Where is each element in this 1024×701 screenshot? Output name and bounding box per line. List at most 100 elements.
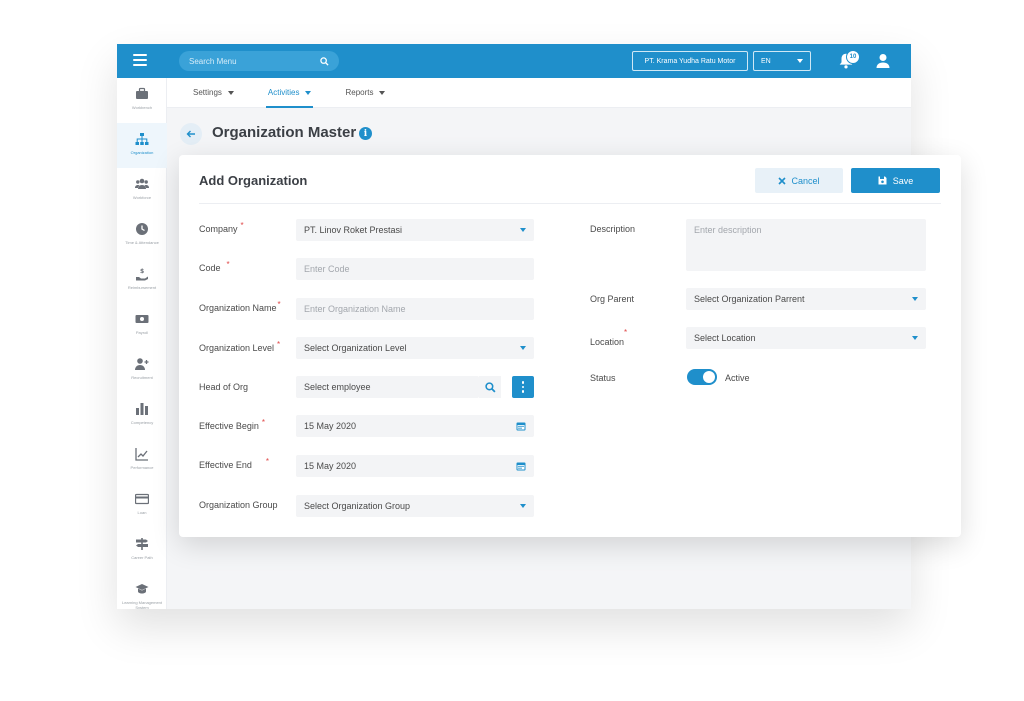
head-of-org-field[interactable]: Select employee	[296, 376, 479, 398]
card-icon	[135, 493, 149, 505]
location-value: Select Location	[694, 333, 756, 343]
org-group-select[interactable]: Select Organization Group	[296, 495, 534, 517]
head-of-org-search-button[interactable]	[479, 376, 501, 398]
org-parent-value: Select Organization Parrent	[694, 294, 805, 304]
required-mark: *	[277, 300, 281, 309]
chevron-down-icon	[379, 90, 386, 95]
tab-settings[interactable]: Settings	[193, 78, 234, 108]
required-mark: *	[226, 260, 230, 269]
company-label: Company *	[199, 221, 244, 234]
sidebar-item-learning-management[interactable]: Learning Management System	[117, 573, 167, 609]
sidebar-item-label: Competency	[130, 420, 154, 425]
money-icon	[135, 315, 149, 323]
hand-dollar-icon: $	[136, 268, 148, 281]
status-value: Active	[725, 373, 750, 383]
tab-reports[interactable]: Reports	[345, 78, 386, 108]
card-title: Add Organization	[199, 173, 308, 188]
chevron-down-icon	[912, 297, 918, 301]
hamburger-menu-icon[interactable]	[133, 54, 147, 66]
org-parent-select[interactable]: Select Organization Parrent	[686, 288, 926, 310]
sidebar-item-career-path[interactable]: Career Path	[117, 528, 167, 573]
close-icon	[778, 176, 787, 185]
more-options-button[interactable]	[512, 376, 534, 398]
chevron-down-icon	[797, 59, 803, 63]
effective-begin-date[interactable]: 15 May 2020	[296, 415, 534, 437]
sidebar: Workbench Organization Workforce Time & …	[117, 78, 167, 609]
sidebar-item-loan[interactable]: Loan	[117, 483, 167, 528]
calendar-icon[interactable]	[516, 461, 526, 471]
graduation-cap-icon	[135, 584, 149, 594]
description-field[interactable]	[686, 219, 926, 271]
org-name-input[interactable]	[304, 304, 526, 314]
cancel-button[interactable]: Cancel	[755, 168, 843, 193]
user-avatar-icon[interactable]	[875, 53, 891, 69]
sidebar-item-label: Workbench	[131, 105, 153, 110]
briefcase-icon	[136, 87, 148, 99]
org-group-value: Select Organization Group	[304, 501, 411, 511]
cancel-label: Cancel	[791, 175, 820, 186]
calendar-icon[interactable]	[516, 421, 526, 431]
org-parent-label: Org Parent	[590, 294, 634, 304]
sub-navigation: Settings Activities Reports	[167, 78, 911, 108]
company-selector[interactable]: PT. Krama Yudha Ratu Motor	[632, 51, 748, 71]
tab-label: Activities	[267, 88, 300, 97]
effective-end-date[interactable]: 15 May 2020	[296, 455, 534, 477]
arrow-left-icon	[186, 130, 195, 138]
org-level-label: Organization Level *	[199, 340, 280, 353]
user-plus-icon	[135, 358, 149, 370]
bar-chart-icon	[136, 403, 148, 415]
sidebar-item-label: Performance	[130, 465, 154, 470]
sidebar-item-organization[interactable]: Organization	[117, 123, 167, 168]
code-field[interactable]	[296, 258, 534, 280]
search-icon	[484, 381, 496, 393]
sidebar-item-workbench[interactable]: Workbench	[117, 78, 167, 123]
effective-end-value: 15 May 2020	[304, 461, 357, 471]
divider	[199, 203, 941, 204]
sidebar-item-performance[interactable]: Performance	[117, 438, 167, 483]
org-level-select[interactable]: Select Organization Level	[296, 337, 534, 359]
code-label-text: Code	[199, 263, 221, 273]
org-group-label: Organization Group	[199, 500, 278, 510]
required-mark: *	[265, 457, 269, 466]
org-name-field[interactable]	[296, 298, 534, 320]
save-button[interactable]: Save	[851, 168, 940, 193]
search-menu[interactable]	[179, 51, 339, 71]
search-icon[interactable]	[320, 56, 329, 66]
sidebar-item-label: Recruitment	[131, 375, 153, 380]
info-icon[interactable]: i	[359, 127, 372, 140]
back-button[interactable]	[180, 123, 202, 145]
status-toggle[interactable]	[687, 369, 717, 385]
sidebar-item-label: Reimbursement	[127, 285, 157, 290]
description-input[interactable]	[694, 225, 918, 255]
language-value: EN	[761, 57, 771, 65]
status-label: Status	[590, 373, 616, 383]
sidebar-item-competency[interactable]: Competency	[117, 393, 167, 438]
line-chart-icon	[135, 448, 148, 461]
clock-icon	[136, 223, 148, 235]
page-title: Organization Master	[212, 124, 357, 141]
sidebar-item-recruitment[interactable]: Recruitment	[117, 348, 167, 393]
description-label: Description	[590, 224, 635, 234]
save-label: Save	[892, 175, 914, 186]
sidebar-item-label: Loan	[137, 510, 147, 515]
description-label-text: Description	[590, 224, 636, 234]
search-input[interactable]	[189, 56, 320, 66]
sidebar-item-workforce[interactable]: Workforce	[117, 168, 167, 213]
effective-end-label-text: Effective End	[199, 460, 252, 470]
company-value: PT. Linov Roket Prestasi	[304, 225, 403, 235]
location-label-text: Location	[590, 337, 625, 347]
sidebar-item-label: Organization	[130, 150, 154, 155]
add-organization-card: Add Organization Cancel Save Company * PT…	[179, 155, 961, 537]
company-select[interactable]: PT. Linov Roket Prestasi	[296, 219, 534, 241]
sidebar-item-payroll[interactable]: Payroll	[117, 303, 167, 348]
sidebar-item-time-attendance[interactable]: Time & Attendance	[117, 213, 167, 258]
org-level-value: Select Organization Level	[304, 343, 407, 353]
language-selector[interactable]: EN	[753, 51, 811, 71]
location-label: Location*	[590, 328, 627, 347]
tab-activities[interactable]: Activities	[265, 78, 314, 108]
location-select[interactable]: Select Location	[686, 327, 926, 349]
code-input[interactable]	[304, 264, 526, 274]
org-level-label-text: Organization Level	[199, 343, 275, 353]
company-label-text: Company	[199, 224, 238, 234]
sidebar-item-reimbursement[interactable]: $ Reimbursement	[117, 258, 167, 303]
